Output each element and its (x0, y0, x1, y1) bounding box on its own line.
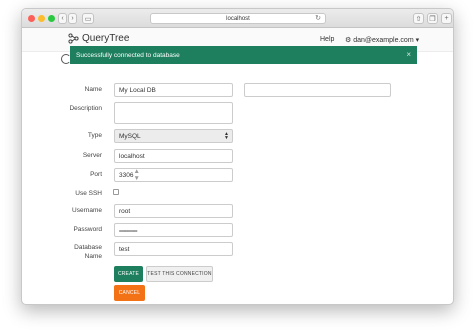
description-label: Description (69, 105, 102, 112)
logo-text: QueryTree (82, 33, 130, 44)
help-link[interactable]: Help (320, 36, 334, 43)
forward-icon[interactable]: › (68, 13, 77, 24)
user-email: dan@example.com (353, 37, 414, 44)
name-label: Name (84, 86, 102, 93)
querytree-logo-icon (68, 33, 79, 44)
maximize-window-button[interactable] (48, 15, 55, 22)
type-select[interactable]: MySQL ▲ ▼ (114, 129, 233, 143)
back-icon[interactable]: ‹ (58, 13, 67, 24)
name-value: My Local DB (119, 86, 156, 94)
cancel-button[interactable]: CANCEL (114, 285, 145, 301)
create-button[interactable]: CREATE (114, 266, 143, 282)
browser-window: ‹ › ▭ localhost ↻ ⇧ ❐ + QueryTree Help ⚙… (21, 8, 454, 305)
browser-titlebar: ‹ › ▭ localhost ↻ ⇧ ❐ + (22, 9, 453, 28)
database-name-label: Database Name (22, 243, 102, 261)
port-input[interactable]: 3306 ▲ ▼ (114, 168, 233, 182)
name-input[interactable]: My Local DB (114, 83, 233, 97)
minimize-window-button[interactable] (38, 15, 45, 22)
password-value: •••••••••••••••••••• (119, 227, 138, 233)
test-connection-button[interactable]: TEST THIS CONNECTION (146, 266, 213, 282)
secondary-input[interactable] (244, 83, 391, 97)
reload-icon[interactable]: ↻ (315, 14, 321, 24)
database-value: test (119, 245, 130, 253)
close-icon[interactable]: × (406, 50, 411, 59)
app-logo[interactable]: QueryTree (68, 33, 129, 44)
server-label: Server (82, 152, 102, 159)
alert-message: Successfully connected to database (76, 51, 180, 59)
database-name-input[interactable]: test (114, 242, 233, 256)
sidebar-icon[interactable]: ▭ (82, 13, 94, 24)
server-value: localhost (119, 152, 145, 160)
share-icon[interactable]: ⇧ (413, 13, 424, 24)
server-input[interactable]: localhost (114, 149, 233, 163)
username-value: root (119, 207, 131, 215)
success-alert: Successfully connected to database × (70, 46, 417, 64)
database-label-line1: Database (74, 244, 102, 251)
close-window-button[interactable] (28, 15, 35, 22)
database-label-line2: Name (84, 253, 102, 260)
url-text: localhost (226, 15, 250, 22)
type-label: Type (87, 132, 102, 139)
username-input[interactable]: root (114, 204, 233, 218)
use-ssh-label: Use SSH (75, 190, 102, 197)
tabs-icon[interactable]: ❐ (427, 13, 438, 24)
address-bar[interactable]: localhost ↻ (150, 13, 326, 24)
password-input[interactable]: •••••••••••••••••••• (114, 223, 233, 237)
select-arrows-icon: ▲ ▼ (224, 131, 229, 141)
use-ssh-checkbox[interactable] (113, 189, 119, 195)
stepper-icon[interactable]: ▲ ▼ (133, 168, 139, 182)
port-value: 3306 (119, 171, 134, 179)
type-value: MySQL (119, 132, 141, 140)
description-textarea[interactable] (114, 102, 233, 124)
username-label: Username (72, 207, 102, 214)
user-menu[interactable]: ⚙ dan@example.com ▾ (345, 36, 419, 44)
port-label: Port (90, 171, 102, 178)
gear-icon: ⚙ (345, 37, 352, 44)
caret-down-icon: ▾ (415, 37, 420, 44)
password-label: Password (73, 226, 102, 233)
new-tab-icon[interactable]: + (441, 13, 452, 24)
